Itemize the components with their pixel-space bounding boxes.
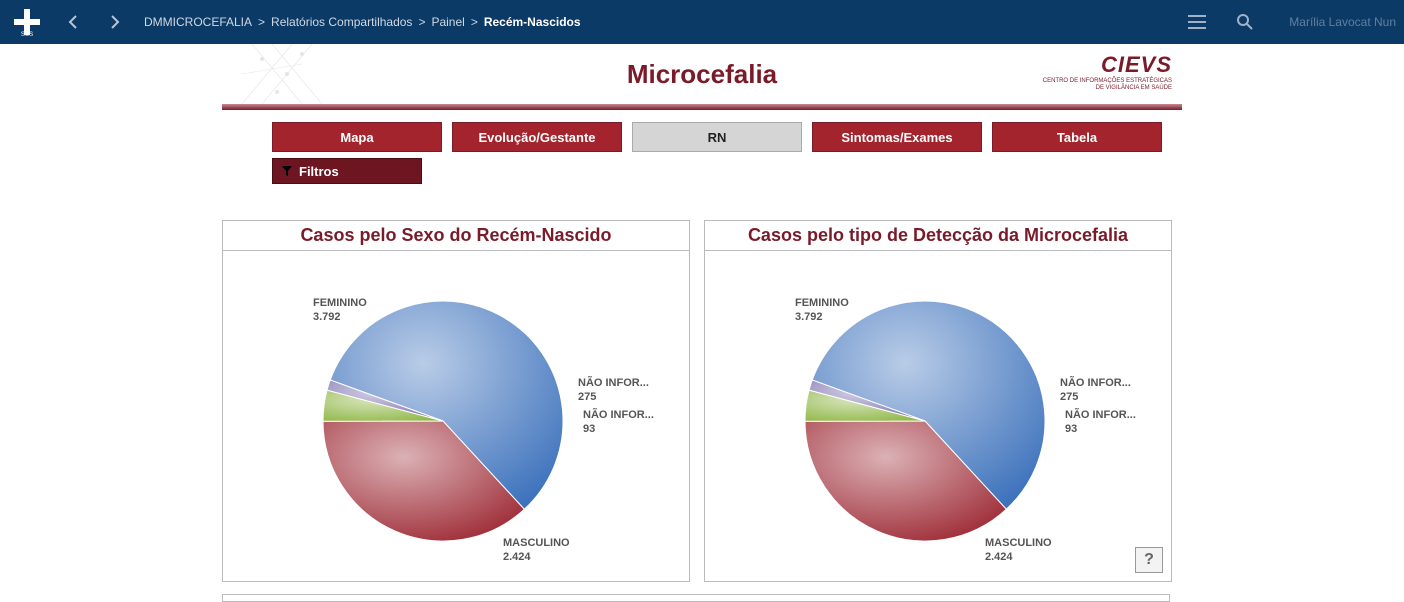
banner-decoration: [242, 44, 362, 104]
pie-label: NÃO INFOR...93: [583, 409, 654, 437]
pie-label: NÃO INFOR...275: [1060, 377, 1131, 405]
breadcrumb: DMMICROCEFALIA > Relatórios Compartilhad…: [144, 15, 581, 29]
filters-label: Filtros: [299, 164, 339, 179]
breadcrumb-item[interactable]: Painel: [431, 15, 464, 29]
page-title: Microcefalia: [627, 59, 777, 90]
pie-label: FEMININO3.792: [795, 297, 849, 325]
banner-rule: [222, 104, 1182, 110]
breadcrumb-item[interactable]: DMMICROCEFALIA: [144, 15, 252, 29]
tab-evolucao[interactable]: Evolução/Gestante: [452, 122, 622, 152]
menu-icon[interactable]: [1183, 8, 1211, 36]
banner: Microcefalia CIEVS CENTRO DE INFORMAÇÕES…: [222, 44, 1182, 104]
pie-label: NÃO INFOR...275: [578, 377, 649, 405]
breadcrumb-sep: >: [471, 15, 478, 29]
pie-label: MASCULINO2.424: [503, 537, 570, 565]
card-title: Casos pelo Sexo do Recém-Nascido: [223, 221, 689, 251]
svg-text:SUS: SUS: [21, 32, 33, 37]
tab-tabela[interactable]: Tabela: [992, 122, 1162, 152]
pie-chart-deteccao: FEMININO3.792 NÃO INFOR...275 NÃO INFOR...…: [705, 251, 1171, 586]
topbar: SUS DMMICROCEFALIA > Relatórios Comparti…: [0, 0, 1404, 44]
sus-logo: SUS: [10, 5, 44, 39]
tab-row: Mapa Evolução/Gestante RN Sintomas/Exame…: [272, 122, 1182, 152]
card-placeholder: [222, 594, 1170, 602]
card-deteccao: Casos pelo tipo de Detecção da Microcefa…: [704, 220, 1172, 582]
filter-icon: [281, 165, 293, 177]
cievs-sub: CENTRO DE INFORMAÇÕES ESTRATÉGICAS: [1043, 78, 1172, 85]
breadcrumb-item-current: Recém-Nascidos: [484, 15, 581, 29]
back-button[interactable]: [60, 8, 88, 36]
tab-sintomas[interactable]: Sintomas/Exames: [812, 122, 982, 152]
breadcrumb-sep: >: [418, 15, 425, 29]
cievs-brand: CIEVS: [1043, 52, 1172, 78]
help-button[interactable]: ?: [1135, 547, 1163, 573]
cievs-logo: CIEVS CENTRO DE INFORMAÇÕES ESTRATÉGICAS…: [1043, 52, 1172, 91]
card-title: Casos pelo tipo de Detecção da Microcefa…: [705, 221, 1171, 251]
card-sexo: Casos pelo Sexo do Recém-Nascido FEMININ…: [222, 220, 690, 582]
cievs-sub: DE VIGILÂNCIA EM SAÚDE: [1043, 85, 1172, 92]
breadcrumb-item[interactable]: Relatórios Compartilhados: [271, 15, 412, 29]
tab-rn[interactable]: RN: [632, 122, 802, 152]
pie-label: MASCULINO2.424: [985, 537, 1052, 565]
filters-button[interactable]: Filtros: [272, 158, 422, 184]
pie-chart-sexo: FEMININO3.792 NÃO INFOR...275 NÃO INFOR...…: [223, 251, 689, 586]
forward-button[interactable]: [100, 8, 128, 36]
charts-row: Casos pelo Sexo do Recém-Nascido FEMININ…: [222, 220, 1182, 582]
pie-label: FEMININO3.792: [313, 297, 367, 325]
user-label: Marília Lavocat Nun: [1289, 15, 1396, 29]
tab-mapa[interactable]: Mapa: [272, 122, 442, 152]
search-icon[interactable]: [1231, 8, 1259, 36]
pie-label: NÃO INFOR...93: [1065, 409, 1136, 437]
breadcrumb-sep: >: [258, 15, 265, 29]
